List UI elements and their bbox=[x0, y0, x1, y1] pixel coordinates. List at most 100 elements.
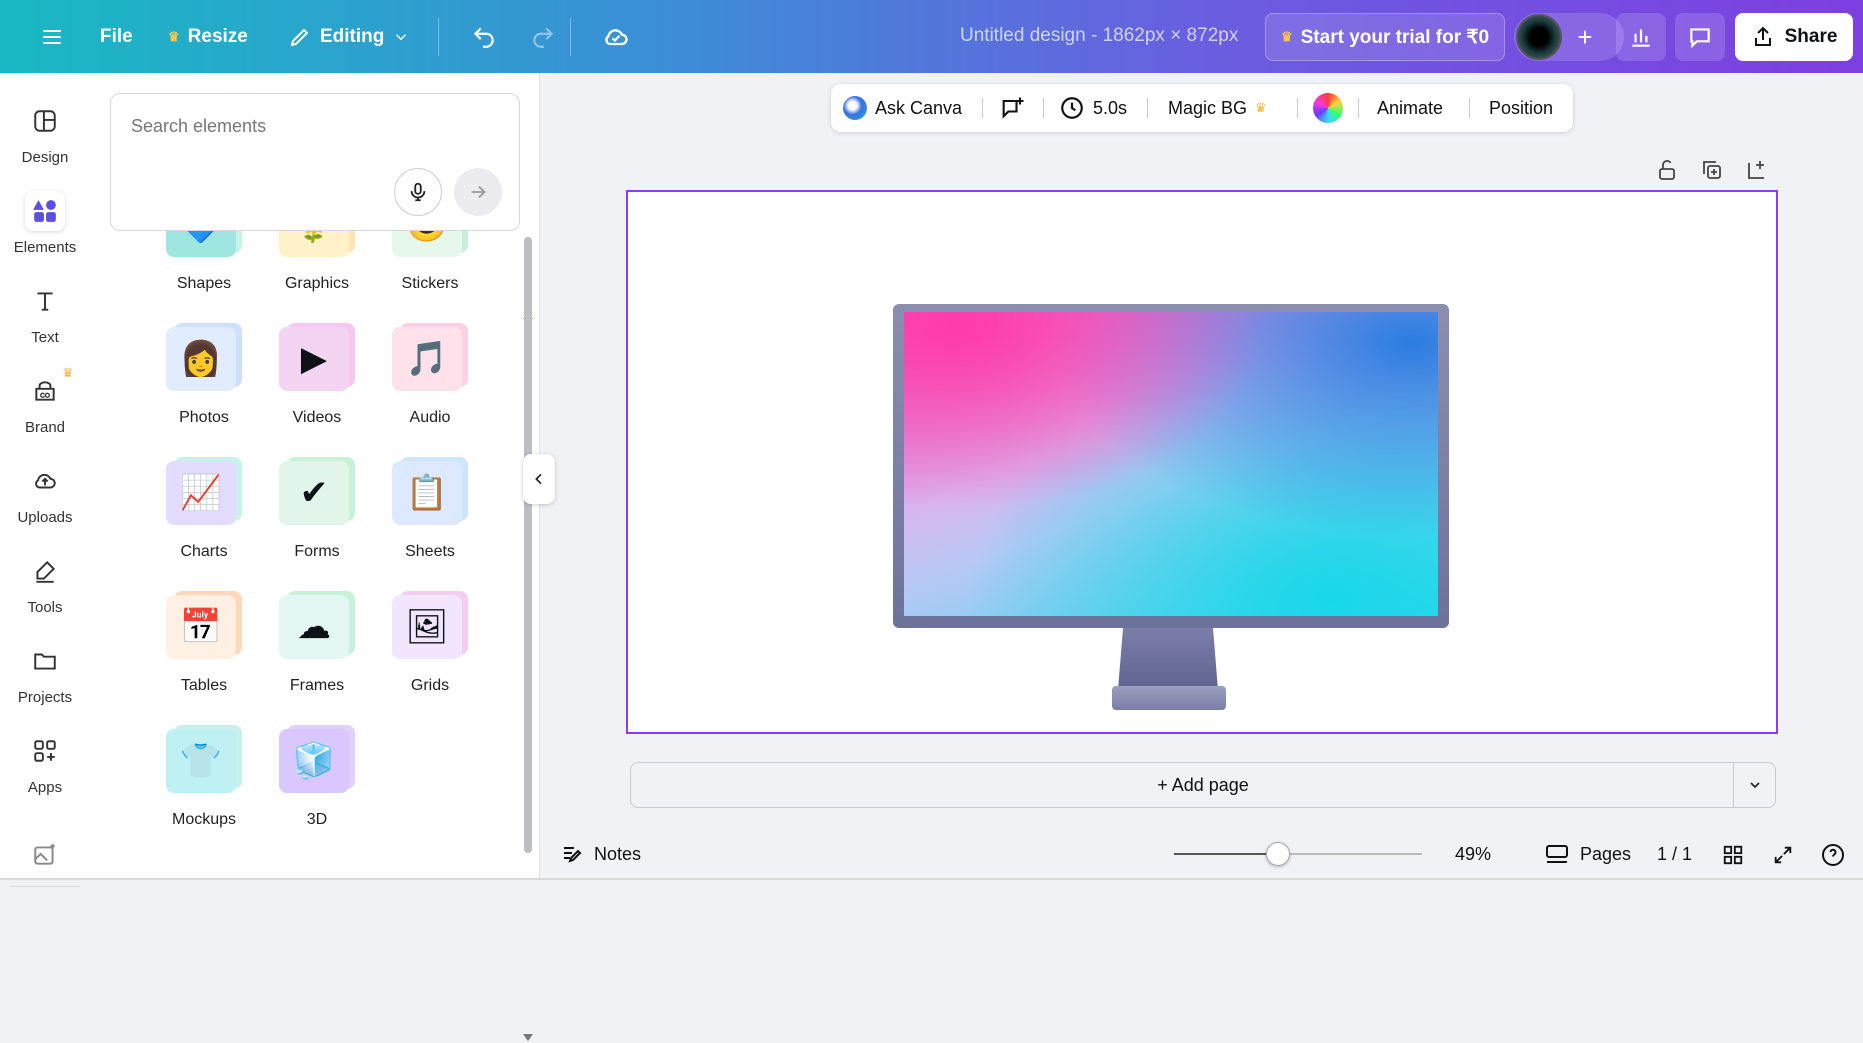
chevron-left-icon bbox=[535, 473, 542, 485]
color-picker-button[interactable] bbox=[1313, 84, 1343, 132]
side-navigation: Design Elements Text CO Brand ♛ Uploads … bbox=[0, 73, 90, 887]
category-sheets[interactable]: 📋 Sheets bbox=[370, 457, 490, 581]
rail-item-tools[interactable]: Tools bbox=[0, 541, 90, 627]
grids-thumbnail-icon: 🖼 bbox=[392, 591, 468, 661]
trial-label: Start your trial for ₹0 bbox=[1300, 26, 1490, 48]
rail-item-text[interactable]: Text bbox=[0, 271, 90, 357]
rail-item-brand[interactable]: CO Brand ♛ bbox=[0, 361, 90, 447]
undo-icon bbox=[473, 27, 494, 48]
category-photos[interactable]: 👩 Photos bbox=[144, 323, 264, 447]
sheets-thumbnail-icon: 📋 bbox=[392, 457, 468, 527]
avatar[interactable] bbox=[1516, 14, 1562, 60]
toolbar-divider bbox=[1297, 98, 1298, 118]
apps-icon bbox=[25, 731, 65, 771]
collapse-panel-button[interactable] bbox=[523, 454, 555, 504]
rail-item-label: Uploads bbox=[17, 509, 73, 526]
rail-item-label: Text bbox=[31, 329, 59, 346]
add-page-icon-button[interactable] bbox=[1745, 158, 1769, 187]
ask-canva-button[interactable]: Ask Canva bbox=[843, 84, 962, 132]
category-tables[interactable]: 📅 Tables bbox=[144, 591, 264, 715]
pen-icon bbox=[25, 551, 65, 591]
category-label: Sheets bbox=[405, 543, 455, 560]
share-button[interactable]: Share bbox=[1735, 13, 1853, 61]
rail-item-design[interactable]: Design bbox=[0, 91, 90, 177]
duplicate-icon bbox=[1703, 161, 1721, 179]
save-status-button[interactable] bbox=[592, 15, 640, 59]
category-label: Photos bbox=[179, 409, 229, 426]
chevron-down-icon bbox=[1749, 782, 1760, 789]
pages-button[interactable]: Pages bbox=[1544, 842, 1631, 866]
duplicate-page-button[interactable] bbox=[1700, 158, 1724, 187]
rail-item-uploads[interactable]: Uploads bbox=[0, 451, 90, 537]
add-collaborator-button[interactable]: + bbox=[1568, 20, 1602, 54]
toolbar-divider bbox=[1147, 98, 1148, 118]
rail-item-projects[interactable]: Projects bbox=[0, 631, 90, 717]
redo-button[interactable] bbox=[520, 15, 566, 59]
unlock-icon bbox=[1659, 160, 1675, 180]
lock-page-button[interactable] bbox=[1655, 158, 1679, 187]
grid-view-button[interactable] bbox=[1720, 842, 1746, 868]
shapes-icon bbox=[25, 191, 65, 231]
forms-thumbnail-icon: ✔ bbox=[279, 457, 355, 527]
category-charts[interactable]: 📈 Charts bbox=[144, 457, 264, 581]
rail-item-magic-media[interactable] bbox=[0, 825, 90, 911]
magic-bg-button[interactable]: Magic BG ♛ bbox=[1168, 84, 1267, 132]
animate-button[interactable]: Animate bbox=[1377, 84, 1443, 132]
category-label: 3D bbox=[306, 811, 328, 828]
notes-button[interactable]: Notes bbox=[560, 842, 641, 866]
scroll-down-icon bbox=[523, 1034, 533, 1041]
rail-item-label: Brand bbox=[24, 419, 66, 436]
mockups-thumbnail-icon: 👕 bbox=[166, 725, 242, 795]
toolbar-divider bbox=[1043, 98, 1044, 118]
notes-icon bbox=[564, 847, 582, 863]
comments-button[interactable] bbox=[1675, 13, 1725, 61]
editing-mode-button[interactable]: Editing bbox=[278, 15, 420, 59]
rail-item-elements[interactable]: Elements bbox=[0, 181, 90, 267]
hamburger-icon bbox=[43, 30, 61, 44]
search-submit-button[interactable] bbox=[454, 168, 502, 216]
chevron-down-icon bbox=[396, 34, 407, 41]
file-menu-button[interactable]: File bbox=[90, 15, 143, 59]
category-frames[interactable]: ☁ Frames bbox=[257, 591, 377, 715]
fullscreen-button[interactable] bbox=[1770, 842, 1796, 868]
voice-search-button[interactable] bbox=[394, 168, 442, 216]
page-count: 1 / 1 bbox=[1657, 844, 1693, 864]
toolbar-divider bbox=[1358, 98, 1359, 118]
toolbar-divider bbox=[570, 18, 571, 56]
comment-add-button[interactable] bbox=[999, 84, 1027, 132]
bar-chart-icon bbox=[1632, 29, 1650, 47]
rail-item-label: Tools bbox=[27, 599, 63, 616]
position-button[interactable]: Position bbox=[1489, 84, 1553, 132]
category-forms[interactable]: ✔ Forms bbox=[257, 457, 377, 581]
resize-button[interactable]: ♛ Resize bbox=[158, 15, 258, 59]
category-label: Charts bbox=[180, 543, 228, 560]
magic-bg-label: Magic BG bbox=[1168, 97, 1248, 118]
resize-label: Resize bbox=[187, 26, 248, 47]
category-videos[interactable]: ▶ Videos bbox=[257, 323, 377, 447]
start-trial-button[interactable]: ♛ Start your trial for ₹0 bbox=[1265, 13, 1505, 61]
main-menu-button[interactable] bbox=[30, 15, 74, 59]
category-audio[interactable]: 🎵 Audio bbox=[370, 323, 490, 447]
zoom-level[interactable]: 49% bbox=[1455, 844, 1491, 865]
crown-icon: ♛ bbox=[1255, 100, 1267, 115]
rail-item-label: Projects bbox=[17, 689, 73, 706]
zoom-slider-handle[interactable] bbox=[1266, 842, 1290, 866]
insights-button[interactable] bbox=[1616, 13, 1666, 61]
rail-item-label: Apps bbox=[27, 779, 63, 796]
category-label: Stickers bbox=[401, 275, 459, 292]
document-title[interactable]: Untitled design - 1862px × 872px bbox=[960, 25, 1238, 47]
undo-button[interactable] bbox=[461, 15, 507, 59]
category-mockups[interactable]: 👕 Mockups bbox=[144, 725, 264, 849]
add-page-options-button[interactable] bbox=[1733, 762, 1775, 808]
rail-item-apps[interactable]: Apps bbox=[0, 721, 90, 807]
add-page-button[interactable]: + Add page bbox=[630, 762, 1776, 808]
help-button[interactable] bbox=[1820, 842, 1846, 868]
search-input[interactable] bbox=[131, 116, 491, 137]
duration-button[interactable]: 5.0s bbox=[1059, 84, 1127, 132]
category-3d[interactable]: 🧊 3D bbox=[257, 725, 377, 849]
pages-label: Pages bbox=[1580, 843, 1632, 864]
scrollbar-thumb[interactable] bbox=[524, 237, 532, 853]
category-grids[interactable]: 🖼 Grids bbox=[370, 591, 490, 715]
help-icon bbox=[1822, 844, 1844, 866]
comment-plus-icon bbox=[1002, 97, 1024, 119]
